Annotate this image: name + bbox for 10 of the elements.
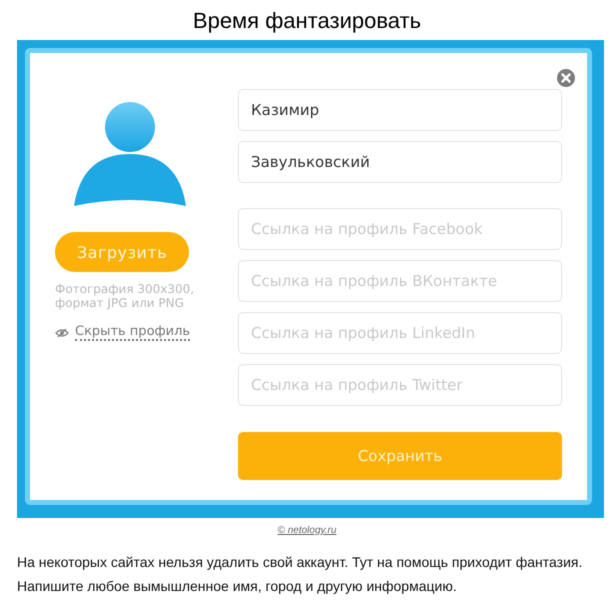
page-title: Время фантазировать [192, 7, 422, 35]
hidden-eye-icon [55, 328, 69, 338]
avatar-icon [72, 102, 188, 206]
text-field[interactable]: Казимир [238, 89, 562, 131]
text-field[interactable]: Завульковский [238, 141, 562, 183]
source-link[interactable]: © netology.ru [278, 525, 336, 536]
photo-hint: Фотография 300x300, формат JPG или PNG [55, 282, 196, 310]
hide-profile-link[interactable]: Скрыть профиль [75, 324, 190, 341]
close-icon[interactable] [557, 69, 575, 87]
description-paragraph: На некоторых сайтах нельзя удалить свой аккаунт. Тут на помощь приходит фантазия. Напишите любое вымышленное имя, город и другую информацию. [17, 553, 584, 596]
